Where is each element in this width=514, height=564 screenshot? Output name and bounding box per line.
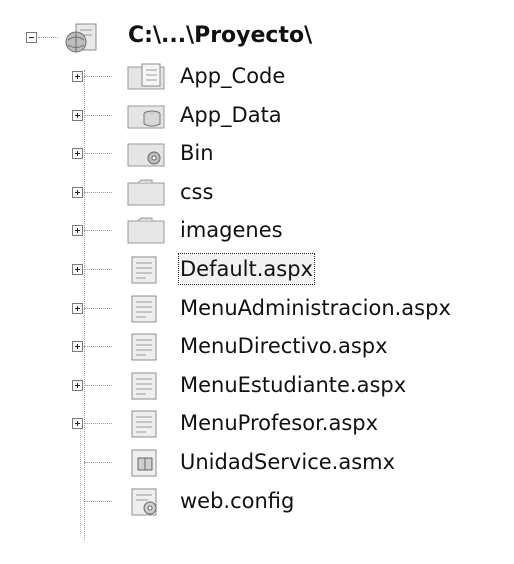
tree-item[interactable]: Bin	[0, 137, 514, 177]
tree-line	[84, 192, 112, 193]
web-service-icon	[131, 449, 157, 477]
expand-toggle-icon[interactable]	[72, 303, 83, 314]
tree-line	[84, 346, 112, 347]
expand-toggle-icon[interactable]	[72, 225, 83, 236]
web-project-icon	[65, 23, 97, 53]
solution-explorer-tree: C:\...\Proyecto\ App_Code App_Data Bin css i…	[0, 0, 514, 564]
tree-item-label: MenuProfesor.aspx	[180, 411, 379, 435]
collapse-toggle-icon[interactable]	[26, 32, 37, 43]
tree-item[interactable]: App_Code	[0, 60, 514, 100]
aspx-page-icon	[131, 333, 157, 361]
tree-line	[84, 308, 112, 309]
bin-folder-icon	[127, 143, 165, 167]
tree-item[interactable]: App_Data	[0, 99, 514, 139]
tree-item[interactable]: css	[0, 176, 514, 216]
tree-line	[84, 501, 112, 502]
tree-item-label: App_Data	[180, 103, 282, 127]
tree-item-label: Default.aspx	[178, 253, 315, 285]
aspx-page-icon	[131, 256, 157, 284]
tree-line	[84, 115, 112, 116]
expand-toggle-icon[interactable]	[72, 341, 83, 352]
tree-item[interactable]: Default.aspx	[0, 253, 514, 293]
tree-item-label: MenuDirectivo.aspx	[180, 334, 388, 358]
tree-line	[84, 76, 112, 77]
tree-item-label: App_Code	[180, 64, 286, 88]
tree-line	[84, 385, 112, 386]
folder-icon	[127, 179, 165, 206]
expand-toggle-icon[interactable]	[72, 148, 83, 159]
tree-item[interactable]: UnidadService.asmx	[0, 446, 514, 486]
expand-toggle-icon[interactable]	[72, 264, 83, 275]
tree-line	[84, 269, 112, 270]
tree-line	[84, 230, 112, 231]
tree-item-label: web.config	[180, 489, 295, 513]
tree-item[interactable]: MenuDirectivo.aspx	[0, 330, 514, 370]
tree-item[interactable]: imagenes	[0, 214, 514, 254]
root-label: C:\...\Proyecto\	[128, 23, 313, 48]
special-folder-icon	[127, 63, 165, 90]
tree-item-label: MenuAdministracion.aspx	[180, 296, 451, 320]
expand-toggle-icon[interactable]	[72, 380, 83, 391]
aspx-page-icon	[131, 372, 157, 400]
tree-line	[84, 423, 112, 424]
config-file-icon	[131, 488, 157, 516]
tree-line	[84, 462, 112, 463]
tree-item-label: css	[180, 180, 214, 204]
expand-toggle-icon[interactable]	[72, 187, 83, 198]
tree-item-label: UnidadService.asmx	[180, 450, 396, 474]
tree-item-label: Bin	[180, 141, 214, 165]
tree-item[interactable]: web.config	[0, 485, 514, 525]
tree-root[interactable]: C:\...\Proyecto\	[0, 18, 514, 58]
aspx-page-icon	[131, 295, 157, 323]
data-folder-icon	[127, 105, 165, 129]
tree-item-label: MenuEstudiante.aspx	[180, 373, 407, 397]
tree-item-label: imagenes	[180, 218, 283, 242]
expand-toggle-icon[interactable]	[72, 110, 83, 121]
tree-item[interactable]: MenuEstudiante.aspx	[0, 369, 514, 409]
tree-item[interactable]: MenuProfesor.aspx	[0, 407, 514, 447]
expand-toggle-icon[interactable]	[72, 71, 83, 82]
folder-icon	[127, 217, 165, 244]
tree-line	[84, 153, 112, 154]
aspx-page-icon	[131, 410, 157, 438]
tree-item[interactable]: MenuAdministracion.aspx	[0, 292, 514, 332]
expand-toggle-icon[interactable]	[72, 418, 83, 429]
